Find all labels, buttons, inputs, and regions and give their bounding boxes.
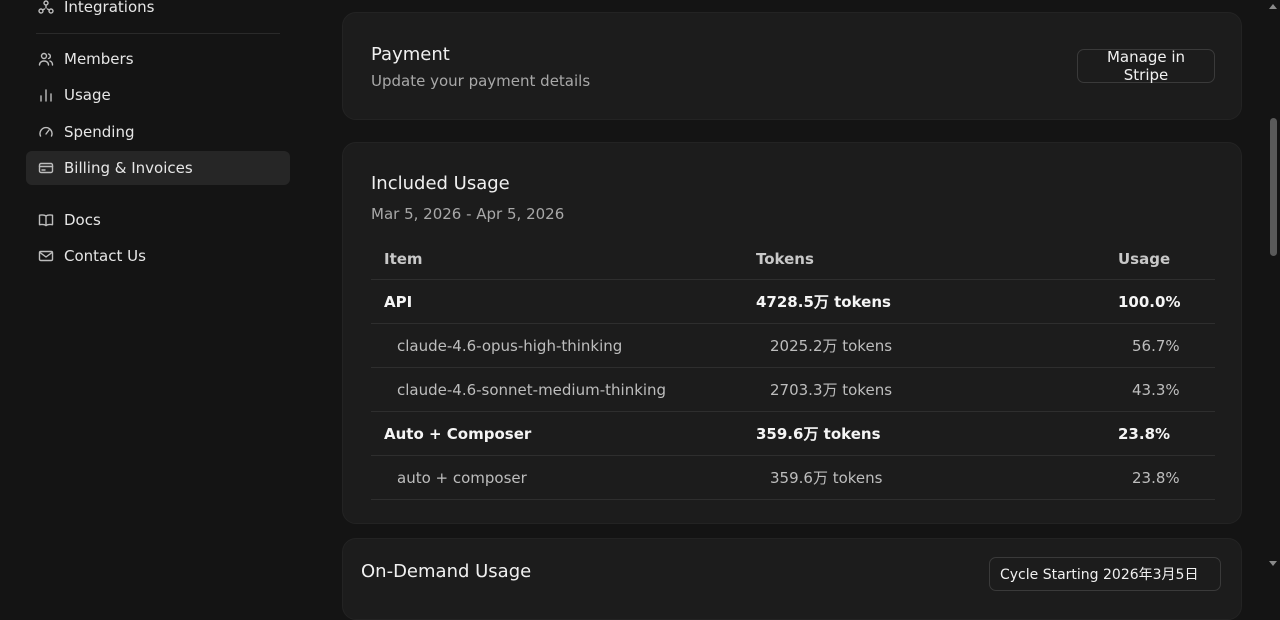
sidebar-item-contact-us[interactable]: Contact Us [26, 239, 290, 273]
payment-subtitle: Update your payment details [371, 72, 591, 90]
table-header-row: Item Tokens Usage [371, 239, 1215, 280]
sidebar-item-usage[interactable]: Usage [26, 78, 290, 112]
row-item: API [384, 292, 413, 311]
table-row: claude-4.6-opus-high-thinking 2025.2万 to… [371, 324, 1215, 368]
on-demand-usage-title: On-Demand Usage [361, 561, 532, 582]
row-usage: 43.3% [1132, 380, 1180, 399]
page-scrollbar[interactable] [1266, 0, 1280, 570]
row-usage: 23.8% [1118, 424, 1171, 443]
included-usage-title: Included Usage [371, 173, 510, 194]
sidebar-item-spending[interactable]: Spending [26, 115, 290, 149]
manage-in-stripe-button[interactable]: Manage in Stripe [1077, 48, 1215, 84]
table-row: Auto + Composer 359.6万 tokens 23.8% [371, 412, 1215, 456]
row-usage: 100.0% [1118, 292, 1181, 311]
scroll-up-icon[interactable] [1269, 4, 1277, 9]
usage-icon [37, 86, 55, 104]
table-row: API 4728.5万 tokens 100.0% [371, 280, 1215, 324]
scrollbar-thumb[interactable] [1270, 118, 1277, 256]
row-tokens: 359.6万 tokens [756, 425, 881, 443]
sidebar-item-integrations[interactable]: Integrations [26, 0, 290, 24]
integrations-icon [37, 0, 55, 16]
sidebar-item-label: Billing & Invoices [64, 159, 193, 177]
mail-icon [37, 247, 55, 265]
sidebar-item-label: Spending [64, 123, 135, 141]
row-tokens: 2703.3万 tokens [770, 381, 893, 399]
sidebar-item-billing-invoices[interactable]: Billing & Invoices [26, 151, 290, 185]
sidebar-item-label: Integrations [64, 0, 155, 16]
sidebar-item-members[interactable]: Members [26, 42, 290, 76]
included-usage-date-range: Mar 5, 2026 - Apr 5, 2026 [371, 205, 565, 223]
scroll-down-icon[interactable] [1269, 561, 1277, 566]
billing-icon [37, 159, 55, 177]
row-item: claude-4.6-sonnet-medium-thinking [397, 380, 667, 399]
usage-table: Item Tokens Usage API 4728.5万 tokens 100… [371, 239, 1215, 500]
docs-icon [37, 211, 55, 229]
sidebar-item-label: Members [64, 50, 134, 68]
sidebar: Integrations Members Usage Spending Bill… [0, 0, 320, 570]
sidebar-item-docs[interactable]: Docs [26, 203, 290, 237]
payment-card: Payment Update your payment details Mana… [342, 12, 1242, 120]
row-tokens: 359.6万 tokens [770, 469, 883, 487]
payment-title: Payment [371, 44, 450, 65]
row-usage: 56.7% [1132, 336, 1180, 355]
sidebar-divider [36, 33, 280, 34]
column-header-usage: Usage [1118, 250, 1171, 268]
members-icon [37, 50, 55, 68]
row-usage: 23.8% [1132, 468, 1180, 487]
table-row: auto + composer 359.6万 tokens 23.8% [371, 456, 1215, 500]
table-row: claude-4.6-sonnet-medium-thinking 2703.3… [371, 368, 1215, 412]
cycle-select[interactable]: Cycle Starting 2026年3月5日 [989, 557, 1221, 591]
row-tokens: 2025.2万 tokens [770, 337, 893, 355]
row-item: claude-4.6-opus-high-thinking [397, 336, 623, 355]
sidebar-item-label: Docs [64, 211, 101, 229]
sidebar-item-label: Contact Us [64, 247, 146, 265]
included-usage-card: Included Usage Mar 5, 2026 - Apr 5, 2026… [342, 142, 1242, 524]
column-header-tokens: Tokens [756, 250, 814, 268]
spending-icon [37, 123, 55, 141]
sidebar-item-label: Usage [64, 86, 111, 104]
column-header-item: Item [384, 250, 423, 268]
row-item: auto + composer [397, 468, 527, 487]
on-demand-usage-card: On-Demand Usage Cycle Starting 2026年3月5日 [342, 538, 1242, 620]
row-tokens: 4728.5万 tokens [756, 293, 891, 311]
row-item: Auto + Composer [384, 424, 532, 443]
